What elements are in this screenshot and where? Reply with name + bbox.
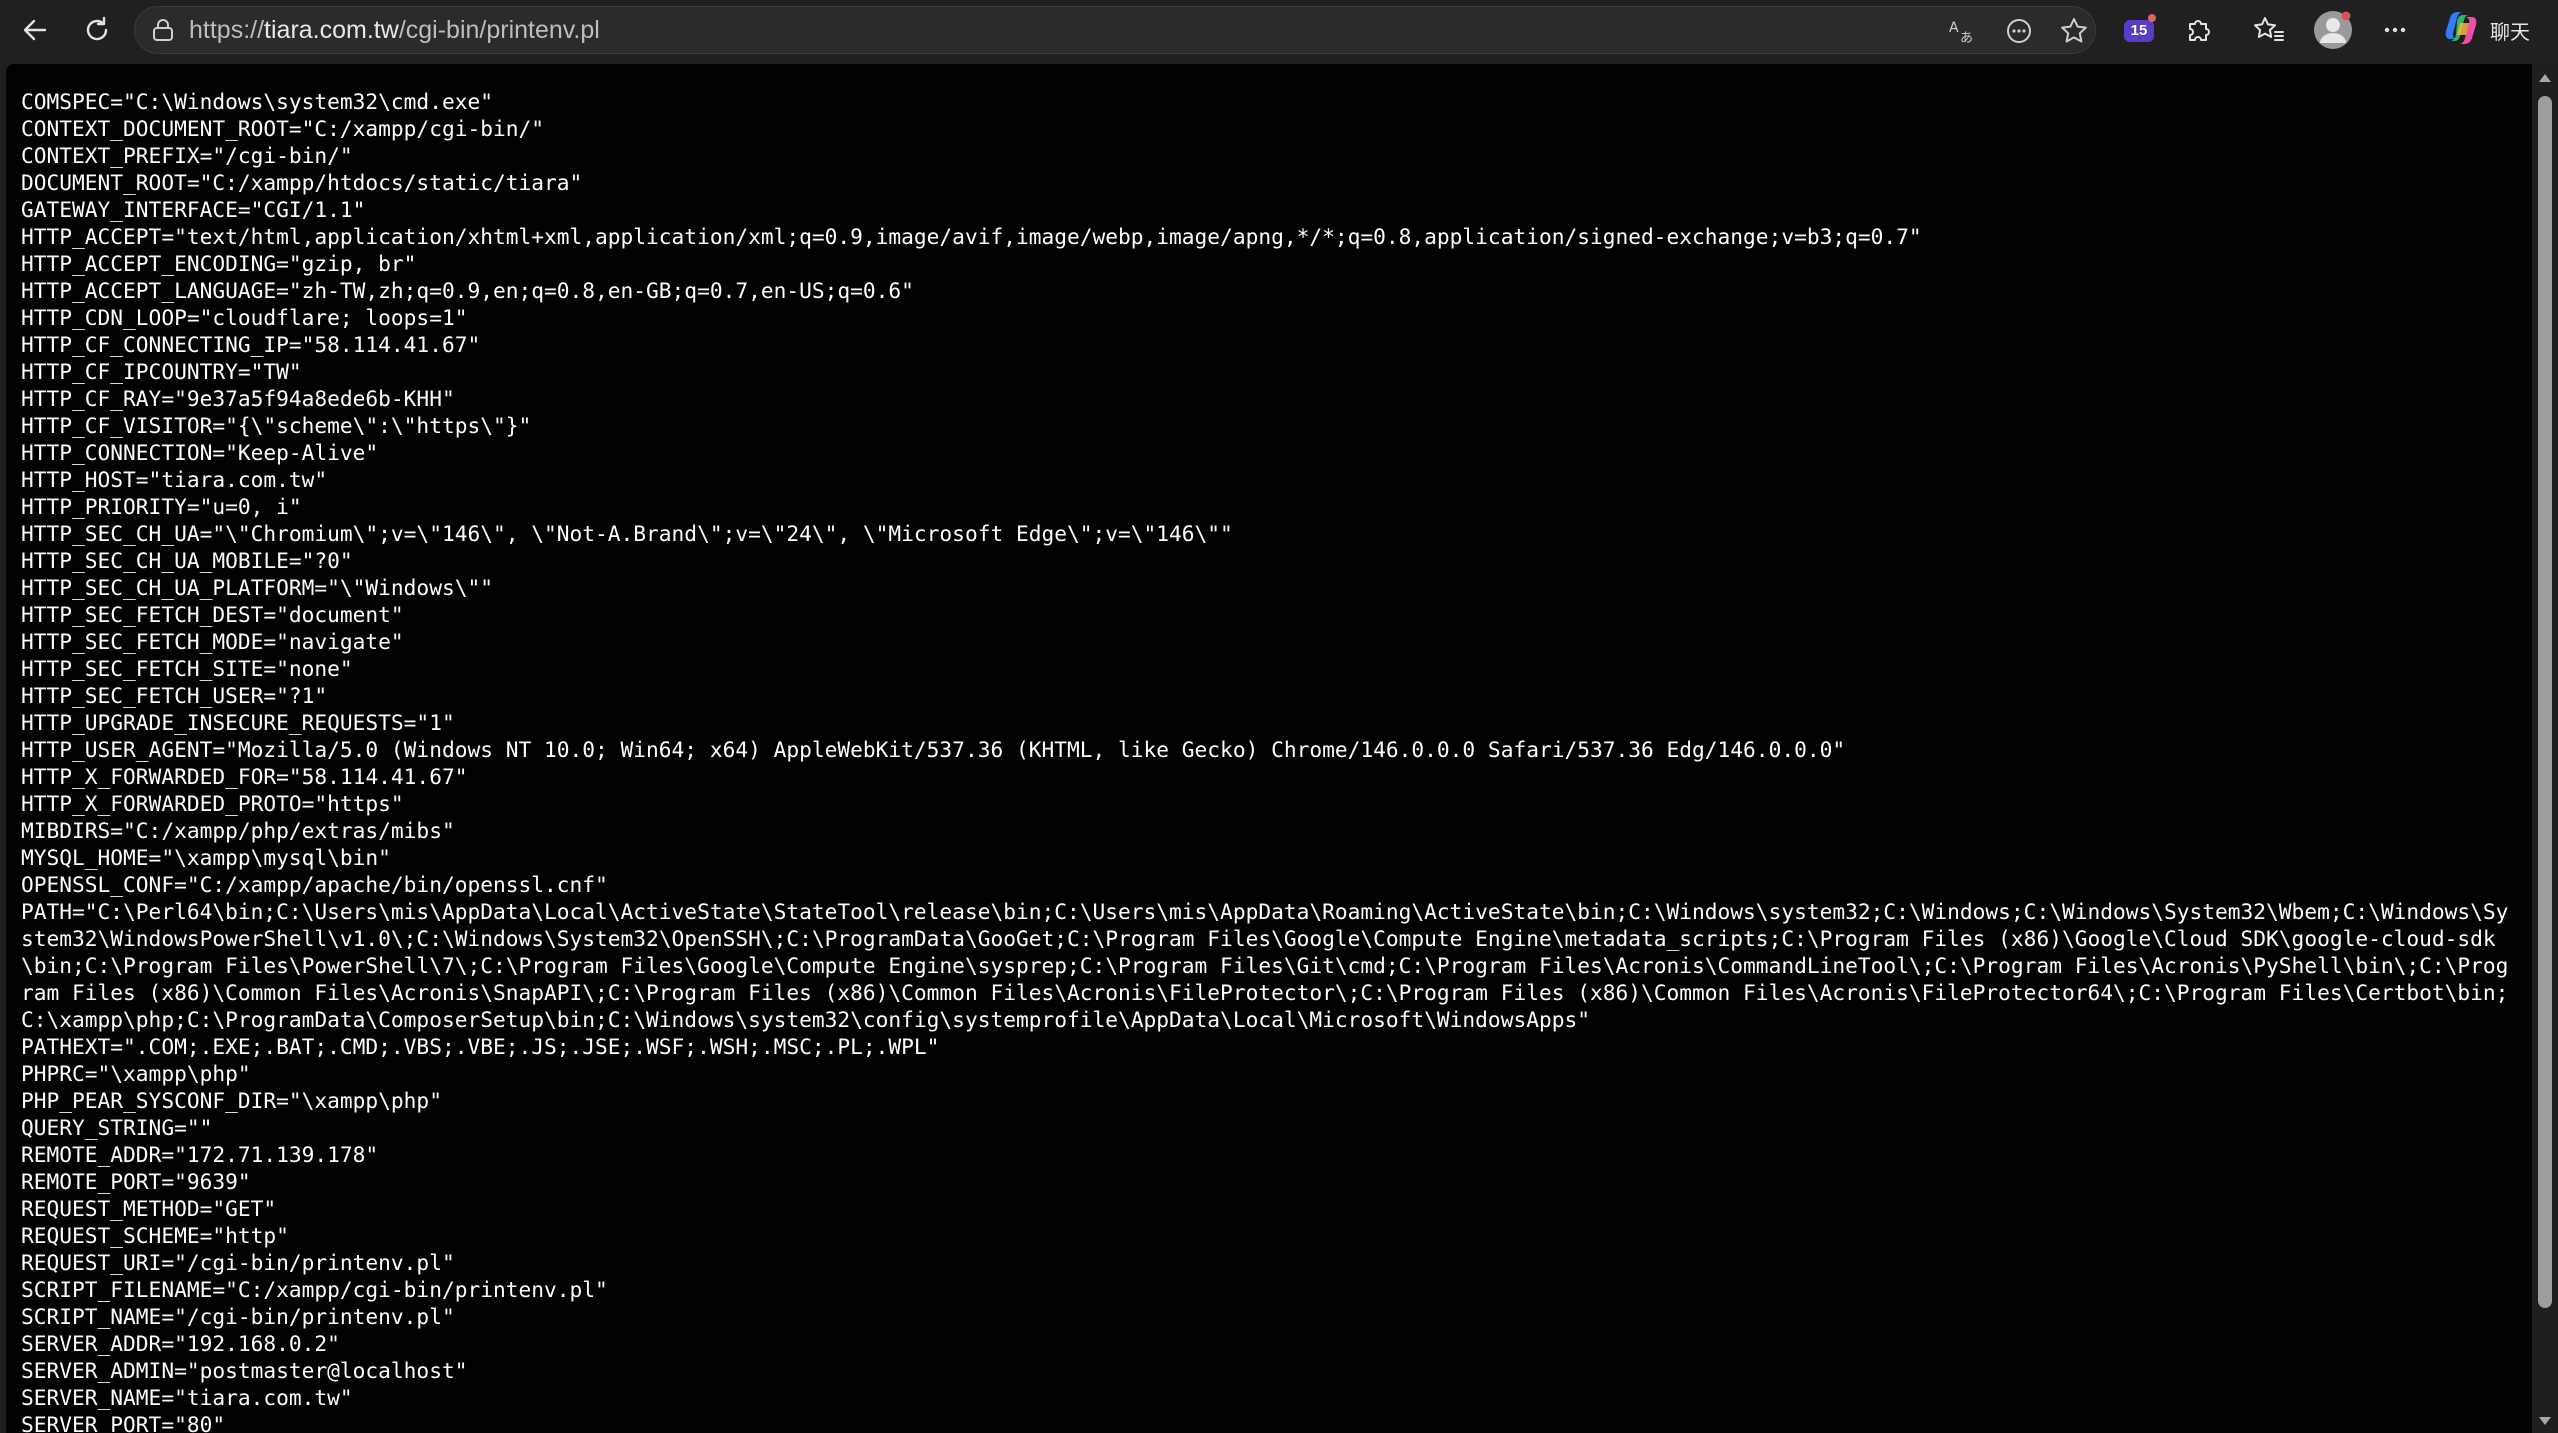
env-line: PATH="C:\Perl64\bin;C:\Users\mis\AppData… xyxy=(21,899,2509,1032)
arrow-left-icon xyxy=(20,15,50,45)
extensions-button[interactable] xyxy=(2176,8,2222,52)
env-line: HTTP_ACCEPT_ENCODING="gzip, br" xyxy=(21,251,417,276)
back-button[interactable] xyxy=(12,8,58,52)
copilot-icon xyxy=(2442,9,2480,51)
env-line: HTTP_CDN_LOOP="cloudflare; loops=1" xyxy=(21,305,468,330)
env-line: HTTP_CF_CONNECTING_IP="58.114.41.67" xyxy=(21,332,481,357)
env-line: QUERY_STRING="" xyxy=(21,1115,213,1140)
env-line: HTTP_ACCEPT_LANGUAGE="zh-TW,zh;q=0.9,en;… xyxy=(21,278,914,303)
vertical-scrollbar[interactable] xyxy=(2532,64,2558,1433)
url-scheme: https:// xyxy=(189,16,265,44)
reload-icon xyxy=(82,15,112,45)
env-line: GATEWAY_INTERFACE="CGI/1.1" xyxy=(21,197,366,222)
env-line: OPENSSL_CONF="C:/xampp/apache/bin/openss… xyxy=(21,872,608,897)
env-line: CONTEXT_DOCUMENT_ROOT="C:/xampp/cgi-bin/… xyxy=(21,116,544,141)
notification-dot xyxy=(2148,14,2156,22)
env-line: HTTP_UPGRADE_INSECURE_REQUESTS="1" xyxy=(21,710,455,735)
env-line: HTTP_PRIORITY="u=0, i" xyxy=(21,494,302,519)
env-line: HTTP_CF_RAY="9e37a5f94a8ede6b-KHH" xyxy=(21,386,455,411)
env-line: HTTP_CONNECTION="Keep-Alive" xyxy=(21,440,379,465)
browser-toolbar: https://tiara.com.tw/cgi-bin/printenv.pl… xyxy=(0,0,2558,61)
puzzle-icon xyxy=(2184,15,2214,45)
env-line: HTTP_ACCEPT="text/html,application/xhtml… xyxy=(21,224,1922,249)
env-line: MYSQL_HOME="\xampp\mysql\bin" xyxy=(21,845,391,870)
extension-badge-count: 15 xyxy=(2124,20,2154,42)
star-icon[interactable] xyxy=(2057,14,2091,48)
more-icon xyxy=(2380,15,2410,45)
env-line: HTTP_SEC_CH_UA_PLATFORM="\"Windows\"" xyxy=(21,575,493,600)
env-line: HTTP_SEC_FETCH_USER="?1" xyxy=(21,683,328,708)
url-path: /cgi-bin/printenv.pl xyxy=(398,16,600,44)
env-line: HTTP_USER_AGENT="Mozilla/5.0 (Windows NT… xyxy=(21,737,1846,762)
avatar-icon xyxy=(2313,10,2353,50)
copilot-button[interactable]: 聊天 xyxy=(2436,8,2554,52)
scroll-up-arrow-icon[interactable] xyxy=(2539,74,2551,82)
env-line: DOCUMENT_ROOT="C:/xampp/htdocs/static/ti… xyxy=(21,170,583,195)
lock-icon[interactable] xyxy=(149,16,177,44)
env-line: REQUEST_SCHEME="http" xyxy=(21,1223,289,1248)
scrollbar-thumb[interactable] xyxy=(2538,96,2552,1308)
extension-badge-button[interactable]: 15 xyxy=(2112,8,2158,52)
env-line: COMSPEC="C:\Windows\system32\cmd.exe" xyxy=(21,89,493,114)
svg-text:あ: あ xyxy=(1960,31,1973,46)
env-line: MIBDIRS="C:/xampp/php/extras/mibs" xyxy=(21,818,455,843)
url-host: tiara.com.tw xyxy=(264,16,399,44)
page-content: COMSPEC="C:\Windows\system32\cmd.exe" CON… xyxy=(6,64,2538,1433)
env-line: HTTP_X_FORWARDED_FOR="58.114.41.67" xyxy=(21,764,468,789)
svg-text:A: A xyxy=(1949,20,1959,36)
reader-mode-icon[interactable] xyxy=(2002,14,2036,48)
copilot-label: 聊天 xyxy=(2490,19,2530,44)
url-text[interactable]: https://tiara.com.tw/cgi-bin/printenv.pl xyxy=(189,7,600,53)
env-line: PATHEXT=".COM;.EXE;.BAT;.CMD;.VBS;.VBE;.… xyxy=(21,1034,940,1059)
env-output: COMSPEC="C:\Windows\system32\cmd.exe" CON… xyxy=(21,88,2521,1433)
env-line: SERVER_PORT="80" xyxy=(21,1412,226,1433)
env-line: HTTP_SEC_CH_UA_MOBILE="?0" xyxy=(21,548,353,573)
env-line: HTTP_HOST="tiara.com.tw" xyxy=(21,467,328,492)
env-line: HTTP_CF_VISITOR="{\"scheme\":\"https\"}" xyxy=(21,413,532,438)
scroll-down-arrow-icon[interactable] xyxy=(2539,1417,2551,1425)
translate-icon[interactable]: Aあ xyxy=(1945,14,1979,48)
env-line: HTTP_CF_IPCOUNTRY="TW" xyxy=(21,359,302,384)
address-bar[interactable]: https://tiara.com.tw/cgi-bin/printenv.pl… xyxy=(134,6,2096,54)
env-line: PHP_PEAR_SYSCONF_DIR="\xampp\php" xyxy=(21,1088,442,1113)
env-line: HTTP_SEC_FETCH_MODE="navigate" xyxy=(21,629,404,654)
env-line: SERVER_NAME="tiara.com.tw" xyxy=(21,1385,353,1410)
env-line: REMOTE_ADDR="172.71.139.178" xyxy=(21,1142,379,1167)
env-line: HTTP_SEC_FETCH_SITE="none" xyxy=(21,656,353,681)
env-line: SCRIPT_FILENAME="C:/xampp/cgi-bin/printe… xyxy=(21,1277,608,1302)
env-line: SCRIPT_NAME="/cgi-bin/printenv.pl" xyxy=(21,1304,455,1329)
env-line: SERVER_ADMIN="postmaster@localhost" xyxy=(21,1358,468,1383)
env-line: SERVER_ADDR="192.168.0.2" xyxy=(21,1331,340,1356)
profile-button[interactable] xyxy=(2310,8,2356,52)
env-line: PHPRC="\xampp\php" xyxy=(21,1061,251,1086)
reload-button[interactable] xyxy=(74,8,120,52)
env-line: REMOTE_PORT="9639" xyxy=(21,1169,251,1194)
env-line: CONTEXT_PREFIX="/cgi-bin/" xyxy=(21,143,353,168)
favorites-button[interactable] xyxy=(2246,8,2292,52)
favorites-icon xyxy=(2253,15,2285,45)
env-line: REQUEST_URI="/cgi-bin/printenv.pl" xyxy=(21,1250,455,1275)
env-line: HTTP_X_FORWARDED_PROTO="https" xyxy=(21,791,404,816)
env-line: HTTP_SEC_FETCH_DEST="document" xyxy=(21,602,404,627)
more-options-button[interactable] xyxy=(2372,8,2418,52)
env-line: HTTP_SEC_CH_UA="\"Chromium\";v=\"146\", … xyxy=(21,521,1233,546)
env-line: REQUEST_METHOD="GET" xyxy=(21,1196,277,1221)
